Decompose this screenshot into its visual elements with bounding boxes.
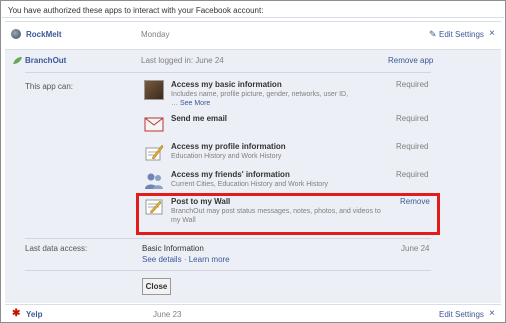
permission-title: Send me email xyxy=(171,114,228,123)
permission-basic-info: Access my basic information Includes nam… xyxy=(144,80,434,110)
app-name-rockmelt[interactable]: RockMelt xyxy=(26,30,62,39)
permission-status: Required xyxy=(396,142,429,151)
last-logged-branchout: Last logged in: June 24 xyxy=(141,56,224,65)
app-panel-branchout: BranchOut Last logged in: June 24 Remove… xyxy=(5,49,501,303)
last-access-value: Basic Information xyxy=(142,244,204,253)
edit-settings-yelp[interactable]: Edit Settings xyxy=(439,310,484,319)
divider xyxy=(25,270,431,271)
close-button[interactable]: Close xyxy=(142,278,171,295)
user-photo-icon xyxy=(144,80,164,100)
details-links: See details · Learn more xyxy=(142,255,230,264)
see-more-link[interactable]: See More xyxy=(180,100,210,107)
remove-rockmelt-icon[interactable]: × xyxy=(489,28,495,39)
rockmelt-logo-icon xyxy=(11,29,21,39)
app-name-branchout[interactable]: BranchOut xyxy=(25,56,66,65)
friends-icon xyxy=(145,173,163,189)
app-date-rockmelt: Monday xyxy=(141,30,170,39)
last-access-date: June 24 xyxy=(401,244,430,253)
permission-status: Required xyxy=(396,114,429,123)
permission-status: Required xyxy=(396,80,429,89)
app-row-yelp[interactable]: ✱ Yelp June 23 Edit Settings × xyxy=(5,304,501,322)
permission-title: Access my basic information xyxy=(171,80,282,89)
app-settings-panel: You have authorized these apps to intera… xyxy=(0,0,506,323)
permission-title: Access my friends' information xyxy=(171,170,290,179)
profile-edit-icon xyxy=(145,144,164,161)
permission-desc: Current Cities, Education History and Wo… xyxy=(171,181,329,188)
branchout-logo-icon xyxy=(13,57,22,64)
header-text: You have authorized these apps to intera… xyxy=(2,2,504,18)
permission-desc-ellipsis: … xyxy=(171,100,178,107)
yelp-logo-icon: ✱ xyxy=(12,308,21,319)
permission-title: Access my profile information xyxy=(171,142,286,151)
remove-yelp-icon[interactable]: × xyxy=(489,308,495,319)
divider xyxy=(25,238,431,239)
app-date-yelp: June 23 xyxy=(153,310,182,319)
highlight-box xyxy=(136,193,440,235)
divider xyxy=(25,72,431,73)
learn-more-link[interactable]: Learn more xyxy=(189,255,230,264)
permission-email: Send me email Required xyxy=(144,114,434,136)
permission-status: Required xyxy=(396,170,429,179)
remove-app-button[interactable]: Remove app xyxy=(388,56,433,65)
email-icon xyxy=(144,117,164,132)
see-details-link[interactable]: See details xyxy=(142,255,182,264)
last-access-label: Last data access: xyxy=(25,244,88,253)
section-label: This app can: xyxy=(25,82,74,91)
pencil-icon: ✎ xyxy=(429,29,437,39)
permission-desc: Includes name, profile picture, gender, … xyxy=(171,90,361,108)
app-row-rockmelt[interactable]: RockMelt Monday ✎ Edit Settings × xyxy=(5,21,501,47)
edit-settings-rockmelt[interactable]: Edit Settings xyxy=(439,30,484,39)
permission-desc: Education History and Work History xyxy=(171,153,282,160)
app-name-yelp[interactable]: Yelp xyxy=(26,310,42,319)
permission-friends-info: Access my friends' information Current C… xyxy=(144,170,434,194)
permission-profile-info: Access my profile information Education … xyxy=(144,142,434,166)
permission-desc-text: Includes name, profile picture, gender, … xyxy=(171,91,349,98)
